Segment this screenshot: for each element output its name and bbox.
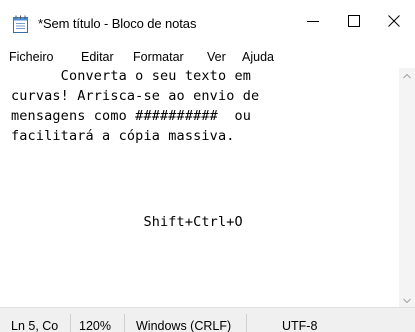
editor-line-1: Converta o seu texto em — [11, 68, 252, 84]
editor-line-5: Shift+Ctrl+O — [11, 214, 243, 230]
close-button[interactable] — [371, 0, 415, 46]
menu-bar: Ficheiro Editar Formatar Ver Ajuda — [0, 46, 415, 68]
status-bar: Ln 5, Co 120% Windows (CRLF) UTF-8 — [0, 307, 415, 332]
chevron-up-icon — [403, 66, 411, 84]
status-zoom: 120% — [79, 319, 111, 332]
status-line-ending: Windows (CRLF) — [136, 319, 232, 332]
notepad-icon — [12, 15, 29, 33]
editor-line-2: curvas! Arrisca-se ao envio de — [11, 88, 260, 104]
minimize-icon — [307, 14, 319, 32]
status-divider — [246, 314, 247, 332]
status-divider — [124, 314, 125, 332]
menu-ver[interactable]: Ver — [207, 50, 226, 64]
scroll-up-button[interactable] — [399, 68, 415, 82]
editor-line-3: mensagens como ########## ou — [11, 108, 252, 124]
text-editor[interactable]: Converta o seu texto em curvas! Arrisca-… — [0, 68, 399, 307]
menu-ficheiro[interactable]: Ficheiro — [9, 50, 53, 64]
scroll-down-button[interactable] — [399, 293, 415, 307]
window-title: *Sem título - Bloco de notas — [38, 16, 197, 31]
menu-ajuda[interactable]: Ajuda — [242, 50, 274, 64]
status-divider — [70, 314, 71, 332]
status-position: Ln 5, Co — [11, 319, 59, 332]
editor-line-4: facilitará a cópia massiva. — [11, 128, 235, 144]
status-encoding: UTF-8 — [282, 319, 318, 332]
menu-editar[interactable]: Editar — [81, 50, 114, 64]
vertical-scrollbar[interactable] — [399, 68, 415, 307]
minimize-button[interactable] — [290, 0, 336, 46]
close-icon — [388, 14, 400, 32]
maximize-icon — [348, 14, 360, 32]
menu-formatar[interactable]: Formatar — [133, 50, 184, 64]
title-bar[interactable]: *Sem título - Bloco de notas — [0, 0, 415, 46]
